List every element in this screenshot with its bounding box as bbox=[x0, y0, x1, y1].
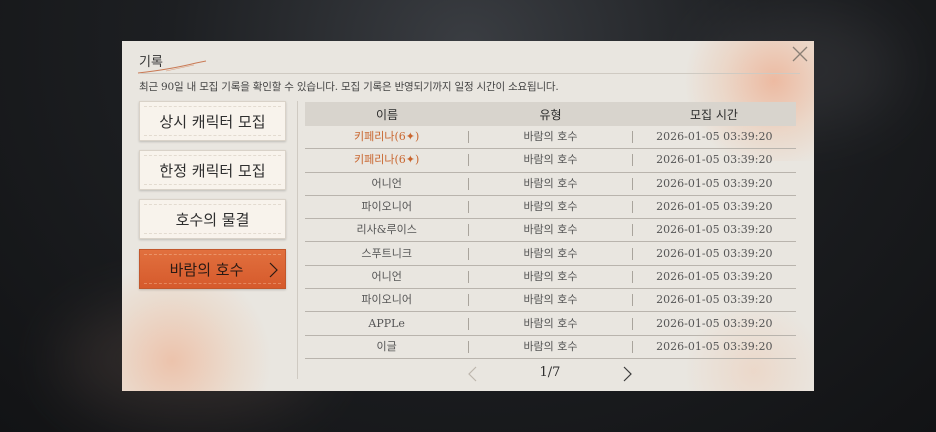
cell-name: 파이오니어 bbox=[361, 200, 412, 214]
table-row: 어니언 바람의 호수 2026-01-05 03:39:20 bbox=[305, 266, 796, 290]
cell-type: 바람의 호수 bbox=[468, 201, 631, 214]
table-row: APPLe 바람의 호수 2026-01-05 03:39:20 bbox=[305, 312, 796, 336]
title-brush-stroke bbox=[137, 60, 207, 74]
table-row: 파이오니어 바람의 호수 2026-01-05 03:39:20 bbox=[305, 289, 796, 313]
cell-time: 2026-01-05 03:39:20 bbox=[631, 201, 796, 214]
cell-time: 2026-01-05 03:39:20 bbox=[631, 247, 796, 260]
table-row: 스푸트니크 바람의 호수 2026-01-05 03:39:20 bbox=[305, 242, 796, 266]
table-row: 키페리나(6✦) 바람의 호수 2026-01-05 03:39:20 bbox=[305, 149, 796, 173]
cell-time: 2026-01-05 03:39:20 bbox=[631, 317, 796, 330]
cell-name: 리사&루이스 bbox=[356, 223, 417, 237]
dialog-description: 최근 90일 내 모집 기록을 확인할 수 있습니다. 모집 기록은 반영되기까… bbox=[139, 81, 559, 93]
category-lake-ripple[interactable]: 호수의 물결 bbox=[139, 199, 286, 239]
cell-name: 파이오니어 bbox=[361, 293, 412, 307]
cell-time: 2026-01-05 03:39:20 bbox=[631, 270, 796, 283]
table-row: 파이오니어 바람의 호수 2026-01-05 03:39:20 bbox=[305, 196, 796, 220]
panel-divider bbox=[297, 101, 298, 379]
category-label: 상시 캐릭터 모집 bbox=[159, 112, 266, 131]
cell-name: 어니언 bbox=[371, 176, 402, 190]
category-label: 한정 캐릭터 모집 bbox=[159, 161, 266, 180]
cell-name: APPLe bbox=[368, 316, 405, 330]
cell-type: 바람의 호수 bbox=[468, 294, 631, 307]
corner-glow bbox=[122, 271, 282, 391]
cell-type: 바람의 호수 bbox=[468, 247, 631, 260]
category-label: 호수의 물결 bbox=[175, 210, 250, 229]
close-icon bbox=[792, 46, 808, 62]
close-button[interactable] bbox=[790, 44, 810, 64]
cell-name: 이글 bbox=[376, 339, 397, 353]
chevron-right-icon bbox=[269, 262, 278, 278]
header-divider bbox=[140, 73, 800, 74]
category-limited-recruit[interactable]: 한정 캐릭터 모집 bbox=[139, 150, 286, 190]
cell-type: 바람의 호수 bbox=[468, 131, 631, 144]
category-wind-lake[interactable]: 바람의 호수 bbox=[139, 249, 286, 289]
table-header: 이름 유형 모집 시간 bbox=[305, 102, 796, 126]
cell-type: 바람의 호수 bbox=[468, 177, 631, 190]
page-indicator: 1/7 bbox=[539, 365, 561, 380]
cell-time: 2026-01-05 03:39:20 bbox=[631, 340, 796, 353]
cell-name: 키페리나(6✦) bbox=[354, 130, 420, 144]
record-table: 이름 유형 모집 시간 키페리나(6✦) 바람의 호수 2026-01-05 03:… bbox=[305, 102, 796, 359]
record-dialog: 기록 최근 90일 내 모집 기록을 확인할 수 있습니다. 모집 기록은 반영… bbox=[122, 41, 814, 391]
table-row: 키페리나(6✦) 바람의 호수 2026-01-05 03:39:20 bbox=[305, 126, 796, 150]
chevron-right-icon bbox=[623, 366, 632, 382]
cell-type: 바람의 호수 bbox=[468, 270, 631, 283]
cell-name: 스푸트니크 bbox=[361, 246, 412, 260]
table-row: 이글 바람의 호수 2026-01-05 03:39:20 bbox=[305, 336, 796, 359]
cell-time: 2026-01-05 03:39:20 bbox=[631, 224, 796, 237]
category-standard-recruit[interactable]: 상시 캐릭터 모집 bbox=[139, 101, 286, 141]
cell-name: 어니언 bbox=[371, 269, 402, 283]
cell-time: 2026-01-05 03:39:20 bbox=[631, 177, 796, 190]
cell-type: 바람의 호수 bbox=[468, 317, 631, 330]
column-header-name: 이름 bbox=[375, 107, 399, 122]
table-row: 리사&루이스 바람의 호수 2026-01-05 03:39:20 bbox=[305, 219, 796, 243]
column-header-time: 모집 시간 bbox=[690, 107, 738, 122]
column-header-type: 유형 bbox=[539, 107, 562, 122]
cell-type: 바람의 호수 bbox=[468, 340, 631, 353]
pagination: 1/7 bbox=[305, 363, 796, 383]
cell-time: 2026-01-05 03:39:20 bbox=[631, 294, 796, 307]
cell-type: 바람의 호수 bbox=[468, 154, 631, 167]
prev-page-button[interactable] bbox=[467, 366, 479, 386]
cell-time: 2026-01-05 03:39:20 bbox=[631, 154, 796, 167]
category-label: 바람의 호수 bbox=[169, 260, 244, 279]
cell-name: 키페리나(6✦) bbox=[354, 153, 420, 167]
cell-type: 바람의 호수 bbox=[468, 224, 631, 237]
next-page-button[interactable] bbox=[621, 366, 633, 386]
chevron-left-icon bbox=[468, 366, 477, 382]
cell-time: 2026-01-05 03:39:20 bbox=[631, 131, 796, 144]
table-row: 어니언 바람의 호수 2026-01-05 03:39:20 bbox=[305, 173, 796, 196]
